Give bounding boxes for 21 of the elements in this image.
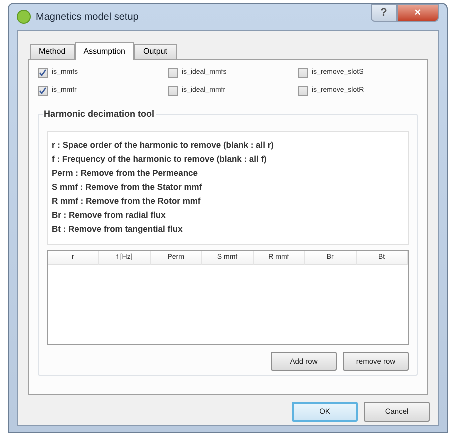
- tab[interactable]: Method: [30, 44, 75, 59]
- app-icon: [17, 10, 31, 24]
- help-line: Bt : Remove from tangential flux: [52, 223, 184, 236]
- help-line: Perm : Remove from the Permeance: [52, 167, 199, 180]
- checkbox[interactable]: [298, 68, 308, 78]
- tab[interactable]: Assumption: [74, 42, 134, 60]
- checkbox[interactable]: [168, 68, 178, 78]
- help-line: Br : Remove from radial flux: [52, 209, 167, 222]
- help-line: R mmf : Remove from the Rotor mmf: [52, 195, 202, 208]
- tab[interactable]: Output: [134, 44, 176, 59]
- checkmark-icon: [39, 69, 47, 78]
- help-button[interactable]: ?: [371, 4, 397, 22]
- checkmark-icon: [39, 86, 47, 95]
- help-line: r : Space order of the harmonic to remove (blank : all r): [52, 139, 275, 152]
- checkbox[interactable]: [38, 68, 48, 78]
- window-title: Magnetics model setup: [36, 10, 139, 24]
- checkbox[interactable]: [38, 86, 48, 96]
- checkbox[interactable]: [298, 86, 308, 96]
- help-line: S mmf : Remove from the Stator mmf: [52, 181, 204, 194]
- help-line: f : Frequency of the harmonic to remove (blank : all f): [52, 153, 268, 166]
- checkbox[interactable]: [168, 86, 178, 96]
